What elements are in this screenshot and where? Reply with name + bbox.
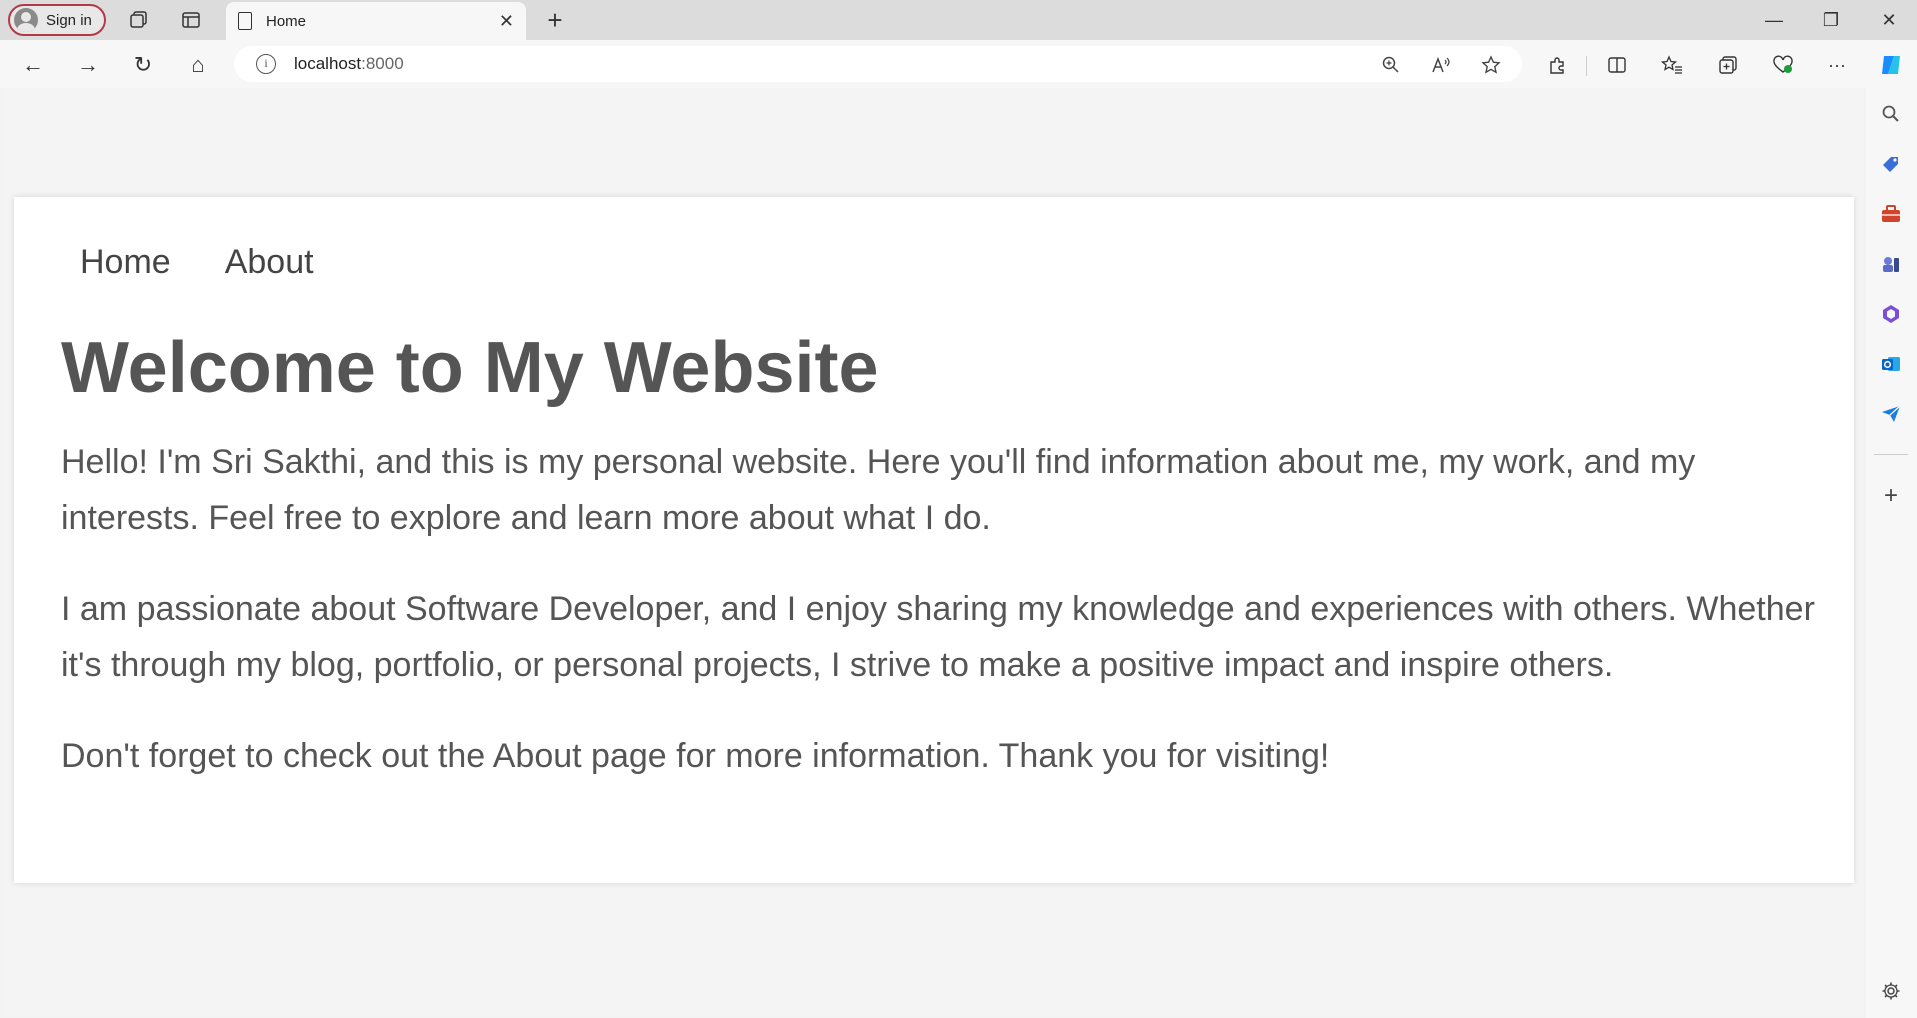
favorites-icon[interactable] [1657, 50, 1687, 80]
collections-icon[interactable] [1713, 50, 1743, 80]
forward-button[interactable]: → [71, 48, 105, 82]
outlook-icon[interactable] [1878, 351, 1904, 377]
microsoft-365-icon[interactable] [1878, 301, 1904, 327]
closing-paragraph: Don't forget to check out the About page… [61, 737, 1330, 775]
sidebar-settings-gear-icon[interactable] [1878, 978, 1904, 1004]
tab-home[interactable]: Home ✕ [226, 2, 526, 40]
workspaces-icon[interactable] [127, 8, 151, 32]
tools-toolbox-icon[interactable] [1878, 201, 1904, 227]
sidebar-divider [1874, 454, 1908, 455]
profile-avatar-icon [14, 8, 38, 32]
page-title: Welcome to My Website [61, 328, 879, 408]
page-icon [238, 12, 252, 30]
url-text[interactable]: localhost:8000 [294, 54, 404, 74]
shopping-tag-icon[interactable] [1878, 151, 1904, 177]
add-sidebar-app-icon[interactable]: + [1878, 482, 1904, 509]
zoom-icon[interactable] [1378, 52, 1404, 78]
tab-close-icon[interactable]: ✕ [499, 11, 514, 32]
title-bar: Sign in Home ✕ + — ❐ ✕ [0, 0, 1917, 40]
sign-in-button[interactable]: Sign in [8, 4, 106, 36]
copilot-icon[interactable] [1876, 50, 1906, 80]
split-screen-icon[interactable] [1602, 50, 1632, 80]
tab-actions-icon[interactable] [179, 8, 203, 32]
search-icon[interactable] [1878, 101, 1904, 127]
site-info-icon[interactable]: i [256, 54, 276, 74]
nav-link-about[interactable]: About [225, 243, 314, 282]
url-host: localhost [294, 54, 362, 73]
content-card: Home About Welcome to My Website Hello! … [14, 197, 1854, 883]
read-aloud-icon[interactable] [1428, 52, 1454, 78]
edge-sidebar: + [1866, 88, 1917, 1018]
sign-in-label: Sign in [46, 11, 92, 29]
extensions-icon[interactable] [1542, 50, 1572, 80]
page-viewport: Home About Welcome to My Website Hello! … [3, 88, 1863, 1015]
toolbar-divider [1586, 56, 1587, 76]
favorite-star-icon[interactable] [1478, 52, 1504, 78]
url-port: :8000 [361, 54, 404, 73]
back-button[interactable]: ← [16, 48, 50, 82]
refresh-button[interactable]: ↻ [126, 48, 160, 82]
nav-link-home[interactable]: Home [80, 243, 171, 282]
minimize-button[interactable]: — [1746, 0, 1802, 40]
home-button[interactable]: ⌂ [181, 48, 215, 82]
more-options-icon[interactable]: ··· [1822, 50, 1852, 80]
intro-paragraph: Hello! I'm Sri Sakthi, and this is my pe… [61, 443, 1696, 537]
games-icon[interactable] [1878, 251, 1904, 277]
close-window-button[interactable]: ✕ [1861, 0, 1917, 40]
restore-button[interactable]: ❐ [1803, 0, 1859, 40]
browser-essentials-icon[interactable] [1768, 50, 1798, 80]
drop-send-icon[interactable] [1878, 401, 1904, 427]
address-bar[interactable]: i localhost:8000 [234, 46, 1522, 82]
site-nav: Home About [80, 243, 314, 282]
passion-paragraph: I am passionate about Software Developer… [61, 590, 1815, 684]
address-toolbar: ← → ↻ ⌂ i localhost:8000 ··· [0, 40, 1917, 88]
tab-title: Home [266, 12, 307, 30]
new-tab-button[interactable]: + [540, 5, 570, 35]
